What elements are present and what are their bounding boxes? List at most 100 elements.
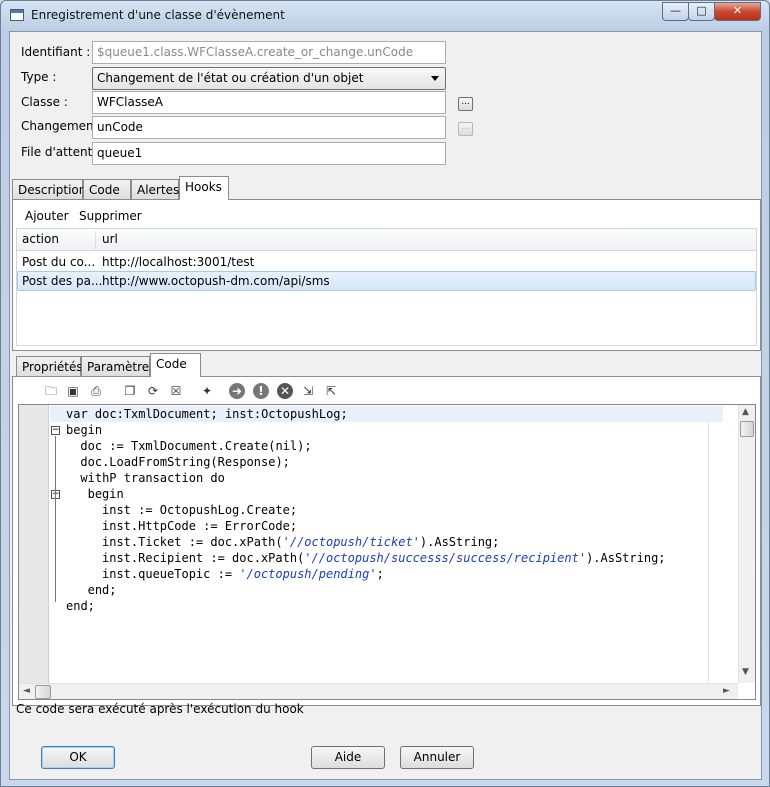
dialog-client: Identifiant : $queue1.class.WFClasseA.cr… [9, 31, 762, 780]
aide-button[interactable]: Aide [311, 746, 385, 769]
wizard-icon[interactable]: ✦ [199, 383, 215, 399]
fold-line [55, 436, 56, 602]
code-line[interactable]: inst.Ticket := doc.xPath('//octopush/tic… [66, 534, 499, 550]
type-select-value: Changement de l'état ou création d'un ob… [97, 71, 364, 85]
tab-proprietes[interactable]: Propriétés [16, 356, 83, 377]
table-cell-url: http://localhost:3001/test [102, 255, 255, 269]
identifiant-field[interactable]: $queue1.class.WFClasseA.create_or_change… [92, 41, 446, 64]
code-text: inst.HttpCode := ErrorCode; [102, 519, 298, 533]
add-hook-button[interactable]: Ajouter [25, 209, 69, 223]
window-icon [10, 9, 24, 21]
tab-hooks[interactable]: Hooks [179, 176, 229, 200]
export-icon[interactable]: ⇲ [300, 383, 316, 399]
window-title: Enregistrement d'une classe d'évènement [31, 8, 285, 22]
ok-button[interactable]: OK [41, 746, 115, 769]
vertical-scroll-thumb[interactable] [740, 421, 754, 437]
classe-browse-button[interactable]: ... [458, 97, 473, 111]
file-attente-label: File d'attente [21, 145, 100, 159]
chevron-down-icon [431, 76, 439, 81]
scroll-left-icon[interactable]: ◄ [23, 686, 30, 696]
code-line[interactable]: doc := TxmlDocument.Create(nil); [66, 438, 312, 454]
table-row-selected[interactable]: Post des pa... http://www.octopush-dm.co… [17, 271, 756, 291]
clear-icon[interactable]: ☒ [168, 383, 184, 399]
changement-browse-button[interactable]: ... [458, 122, 473, 136]
refresh-icon[interactable]: ⟳ [145, 383, 161, 399]
horizontal-scroll-thumb[interactable] [35, 685, 51, 699]
save-icon[interactable]: ▣ [65, 383, 81, 399]
code-text: withP transaction do [80, 471, 225, 485]
run-icon[interactable]: ➜ [229, 383, 245, 399]
code-text: begin [87, 487, 124, 501]
code-line[interactable]: inst.HttpCode := ErrorCode; [66, 518, 297, 534]
type-select[interactable]: Changement de l'état ou création d'un ob… [92, 67, 446, 90]
status-text: Ce code sera exécuté après l'exécution d… [16, 702, 304, 716]
type-label: Type : [21, 70, 57, 84]
editor-gutter [19, 405, 49, 699]
open-folder-icon[interactable]: 🗀 [43, 383, 59, 399]
close-button[interactable]: ✕ [714, 2, 761, 21]
code-text: inst.Recipient := doc.xPath( [102, 551, 305, 565]
code-string: '//octopush/successs/success/recipient' [304, 551, 587, 565]
import-icon[interactable]: ⇱ [323, 383, 339, 399]
code-line[interactable]: withP transaction do [66, 470, 225, 486]
tab-code[interactable]: Code [83, 179, 131, 200]
hooks-table: action url Post du co... http://localhos… [16, 228, 757, 346]
annuler-button[interactable]: Annuler [400, 746, 474, 769]
print-icon[interactable]: ⎙ [88, 383, 104, 399]
tab-parametres[interactable]: Paramètres [81, 356, 155, 377]
code-line[interactable]: inst.Recipient := doc.xPath('//octopush/… [66, 550, 666, 566]
tab-alertes[interactable]: Alertes [131, 179, 179, 200]
code-text: inst := OctopushLog.Create; [102, 503, 298, 517]
file-attente-field[interactable]: queue1 [92, 142, 446, 165]
code-panel: 🗀 ▣ ⎙ ❐ ⟳ ☒ ✦ ➜ ! ✕ ⇲ ⇱ var doc:TxmlDocu… [12, 376, 761, 706]
table-row[interactable]: Post du co... http://localhost:3001/test [17, 252, 756, 272]
code-text: var doc:TxmlDocument; inst:OctopushLog; [66, 407, 348, 421]
changement-field[interactable]: unCode [92, 116, 446, 139]
code-line[interactable]: begin [66, 422, 102, 438]
maximize-button[interactable]: □ [688, 2, 715, 21]
identifiant-label: Identifiant : [21, 45, 91, 59]
vertical-scrollbar[interactable]: ▲ ▼ [738, 405, 755, 683]
hooks-table-header: action url [17, 229, 756, 251]
code-line[interactable]: inst := OctopushLog.Create; [66, 502, 297, 518]
tab-code-editor[interactable]: Code [150, 353, 201, 377]
code-text: ; [376, 567, 384, 581]
classe-field[interactable]: WFClasseA [92, 91, 446, 114]
scroll-up-icon[interactable]: ▲ [742, 407, 749, 417]
code-text: inst.queueTopic := [102, 567, 240, 581]
code-line[interactable]: end; [66, 598, 95, 614]
horizontal-scrollbar[interactable]: ◄ ► [19, 683, 738, 699]
changement-label: Changement [21, 119, 99, 133]
info-icon[interactable]: ! [253, 383, 269, 399]
code-text: end; [87, 583, 117, 597]
delete-hook-button[interactable]: Supprimer [79, 209, 142, 223]
copy-icon[interactable]: ❐ [122, 383, 138, 399]
code-text: doc := TxmlDocument.Create(nil); [80, 439, 312, 453]
code-string: '//octopush/ticket' [282, 535, 420, 549]
code-line[interactable]: doc.LoadFromString(Response); [66, 454, 290, 470]
scroll-down-icon[interactable]: ▼ [742, 667, 749, 677]
code-line[interactable]: inst.queueTopic := '/octopush/pending'; [66, 566, 384, 582]
minimize-button[interactable]: — [662, 2, 689, 21]
code-line[interactable]: var doc:TxmlDocument; inst:OctopushLog; [50, 406, 723, 422]
column-header-action[interactable]: action [22, 232, 59, 246]
title-bar[interactable]: Enregistrement d'une classe d'évènement … [1, 1, 769, 31]
editor-toolbar: 🗀 ▣ ⎙ ❐ ⟳ ☒ ✦ ➜ ! ✕ ⇲ ⇱ [13, 377, 760, 403]
tab-description[interactable]: Description [12, 179, 86, 200]
table-cell-action: Post des pa... [22, 274, 103, 288]
scroll-right-icon[interactable]: ► [723, 686, 730, 696]
column-divider [95, 231, 96, 249]
hooks-panel: Ajouter Supprimer action url Post du co.… [12, 199, 761, 351]
code-text: begin [66, 423, 103, 437]
code-text: inst.Ticket := doc.xPath( [102, 535, 283, 549]
code-line[interactable]: end; [66, 582, 117, 598]
code-editor[interactable]: var doc:TxmlDocument; inst:OctopushLog; b… [18, 404, 756, 700]
column-header-url[interactable]: url [102, 232, 118, 246]
stop-icon[interactable]: ✕ [277, 383, 293, 399]
classe-label: Classe : [21, 95, 68, 109]
code-line[interactable]: begin [66, 486, 124, 502]
code-text: ).AsString; [419, 535, 500, 549]
code-text: ).AsString; [586, 551, 666, 565]
fold-toggle-icon[interactable]: − [51, 426, 60, 435]
right-margin-line [708, 405, 709, 683]
